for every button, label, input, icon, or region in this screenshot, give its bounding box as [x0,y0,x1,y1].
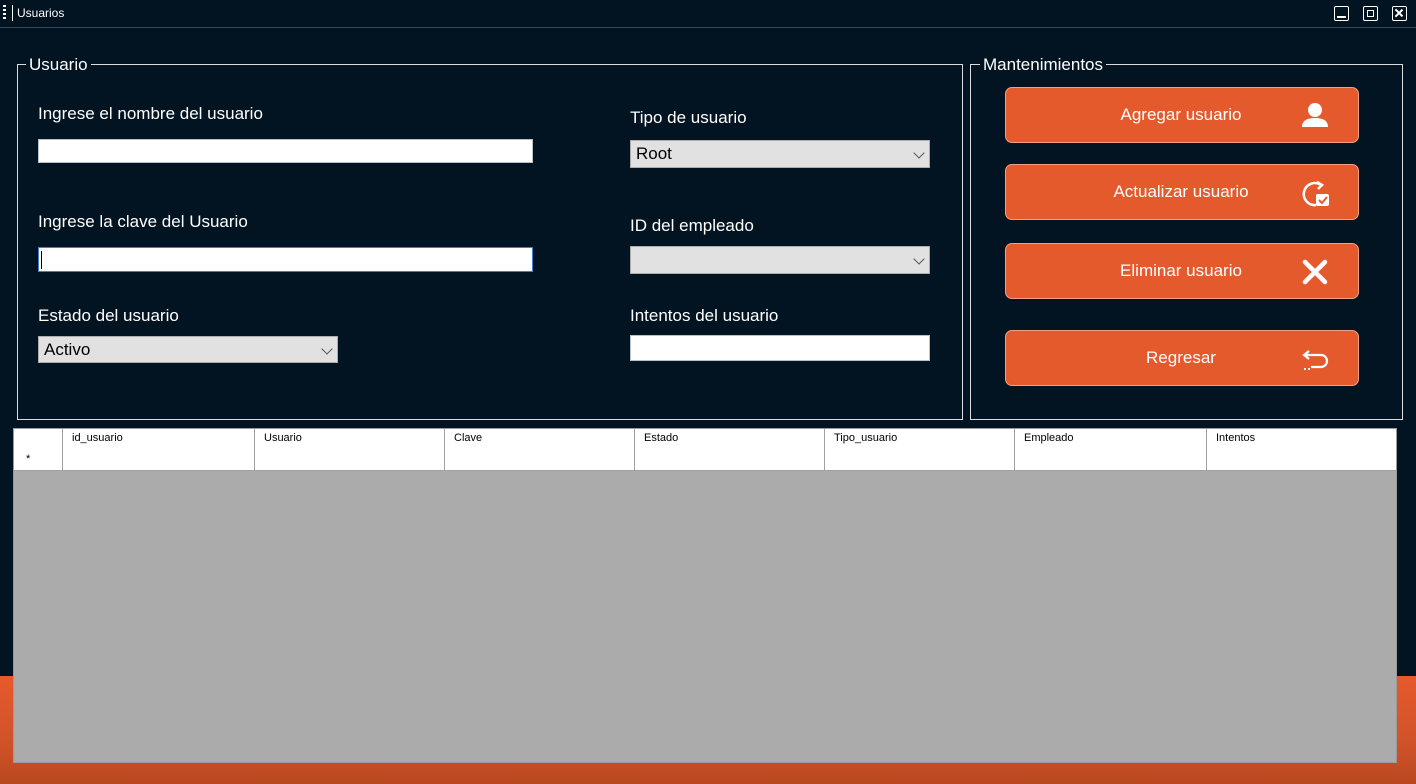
chevron-down-icon [913,253,925,265]
new-row-marker: * [26,453,31,465]
close-x-icon [1302,259,1328,285]
column-header-estado[interactable]: Estado [635,429,825,449]
table-cell[interactable] [1015,449,1207,470]
empleado-select[interactable] [630,246,930,274]
empleado-label: ID del empleado [630,216,754,235]
close-icon[interactable] [1392,6,1407,21]
row-header-new[interactable]: * [14,449,63,470]
column-header-usuario[interactable]: Usuario [255,429,445,449]
usuario-group-title: Usuario [26,55,91,75]
drag-grip-icon[interactable] [3,5,7,21]
tipo-select-value: Root [636,144,672,163]
table-row-new[interactable]: * [14,449,1396,471]
eliminar-usuario-button[interactable]: Eliminar usuario [1005,243,1359,299]
column-header-empleado[interactable]: Empleado [1015,429,1207,449]
clave-label: Ingrese la clave del Usuario [38,212,248,231]
clave-input[interactable] [38,247,533,272]
tipo-select[interactable]: Root [630,140,930,168]
table-cell[interactable] [1207,449,1396,470]
intentos-label: Intentos del usuario [630,306,779,325]
return-arrow-icon [1302,350,1329,370]
table-cell[interactable] [635,449,825,470]
table-cell[interactable] [445,449,635,470]
grid-header-row: id_usuario Usuario Clave Estado Tipo_usu… [14,429,1396,450]
window-title: Usuarios [17,6,65,20]
row-header-corner[interactable] [14,429,63,449]
column-header-intentos[interactable]: Intentos [1207,429,1396,449]
estado-select[interactable]: Activo [38,336,338,363]
actualizar-usuario-button[interactable]: Actualizar usuario [1005,164,1359,220]
estado-label: Estado del usuario [38,306,179,325]
usuarios-data-grid[interactable]: id_usuario Usuario Clave Estado Tipo_usu… [13,428,1397,763]
column-header-tipo-usuario[interactable]: Tipo_usuario [825,429,1015,449]
intentos-input[interactable] [630,335,930,361]
regresar-button[interactable]: Regresar [1005,330,1359,386]
minimize-icon[interactable] [1334,6,1349,21]
table-cell[interactable] [63,449,255,470]
text-caret [41,251,42,269]
nombre-label: Ingrese el nombre del usuario [38,104,263,123]
chevron-down-icon [321,343,333,355]
title-separator [12,5,13,21]
nombre-input[interactable] [38,139,533,163]
table-cell[interactable] [255,449,445,470]
mantenimientos-group-title: Mantenimientos [980,55,1107,75]
agregar-usuario-button[interactable]: Agregar usuario [1005,87,1359,143]
column-header-clave[interactable]: Clave [445,429,635,449]
user-icon [1302,103,1328,127]
column-header-id-usuario[interactable]: id_usuario [63,429,255,449]
chevron-down-icon [913,147,925,159]
estado-select-value: Activo [44,340,91,359]
refresh-check-icon [1302,180,1329,207]
table-cell[interactable] [825,449,1015,470]
title-bar[interactable]: Usuarios [0,0,1416,28]
maximize-icon[interactable] [1363,6,1378,21]
tipo-label: Tipo de usuario [630,108,747,127]
